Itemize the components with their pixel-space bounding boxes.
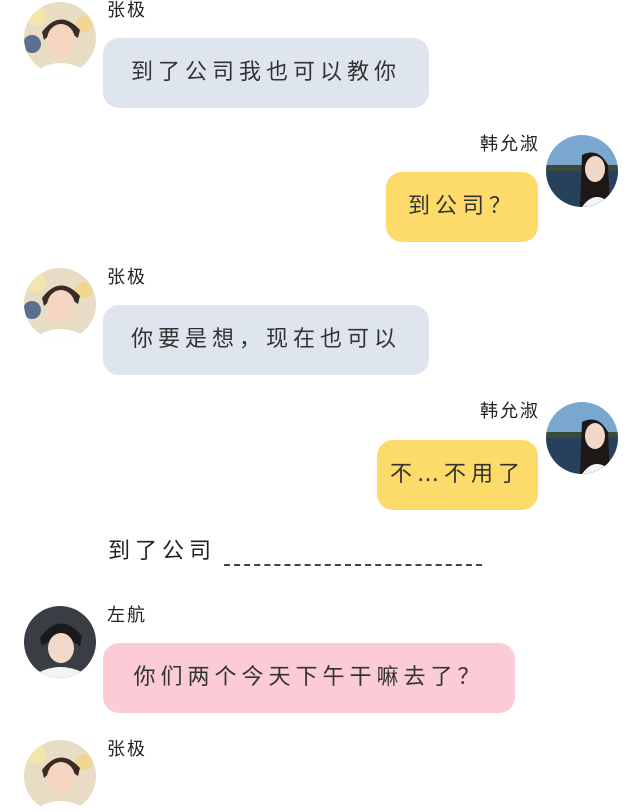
message-bubble[interactable]: 到公司？ bbox=[386, 172, 538, 242]
message-bubble[interactable]: 你们两个今天下午干嘛去了？ bbox=[103, 643, 515, 713]
narration-text: 到了公司 bbox=[108, 539, 217, 564]
avatar-zhangji[interactable] bbox=[24, 740, 96, 812]
sender-name: 张极 bbox=[107, 267, 147, 288]
narration-ellipsis-line bbox=[224, 564, 482, 566]
message-bubble[interactable]: 你要是想，现在也可以 bbox=[103, 305, 429, 375]
avatar-zhangji[interactable] bbox=[24, 2, 96, 74]
avatar-hanyunshu[interactable] bbox=[546, 135, 618, 207]
sender-name: 韩允淑 bbox=[480, 401, 540, 422]
avatar-zhangji[interactable] bbox=[24, 268, 96, 340]
sender-name: 韩允淑 bbox=[480, 134, 540, 155]
message-bubble[interactable]: 不…不用了 bbox=[377, 440, 538, 510]
sender-name: 左航 bbox=[107, 605, 147, 626]
sender-name: 张极 bbox=[107, 0, 147, 21]
sender-name: 张极 bbox=[107, 739, 147, 760]
avatar-zuohang[interactable] bbox=[24, 606, 96, 678]
message-bubble[interactable]: 到了公司我也可以教你 bbox=[103, 38, 429, 108]
avatar-hanyunshu[interactable] bbox=[546, 402, 618, 474]
